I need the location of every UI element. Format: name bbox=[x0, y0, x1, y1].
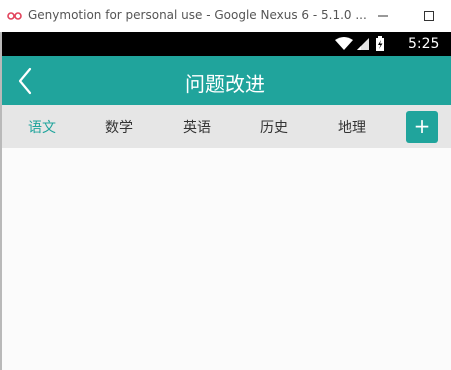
tab-geography[interactable]: 地理 bbox=[324, 117, 380, 137]
content-area bbox=[2, 148, 451, 370]
add-tab-button[interactable]: + bbox=[406, 111, 438, 143]
page-title: 问题改进 bbox=[185, 72, 265, 96]
status-bar: 5:25 bbox=[2, 32, 451, 56]
tab-history[interactable]: 历史 bbox=[246, 117, 302, 137]
tab-chinese[interactable]: 语文 bbox=[14, 117, 70, 137]
device-screen: 5:25 问题改进 语文 数学 英语 历史 地理 + bbox=[0, 32, 451, 370]
window-titlebar: Genymotion for personal use - Google Nex… bbox=[0, 0, 451, 32]
minimize-icon[interactable] bbox=[373, 6, 393, 26]
window-title: Genymotion for personal use - Google Nex… bbox=[28, 8, 367, 22]
signal-icon bbox=[357, 38, 369, 50]
status-time: 5:25 bbox=[408, 36, 440, 52]
genymotion-logo-icon bbox=[7, 12, 22, 20]
wifi-icon bbox=[335, 37, 353, 50]
tab-math[interactable]: 数学 bbox=[91, 117, 147, 137]
maximize-icon[interactable] bbox=[419, 6, 439, 26]
app-header: 问题改进 bbox=[2, 56, 451, 105]
battery-icon bbox=[376, 36, 384, 51]
tab-english[interactable]: 英语 bbox=[169, 117, 225, 137]
tab-bar: 语文 数学 英语 历史 地理 + bbox=[2, 105, 451, 148]
